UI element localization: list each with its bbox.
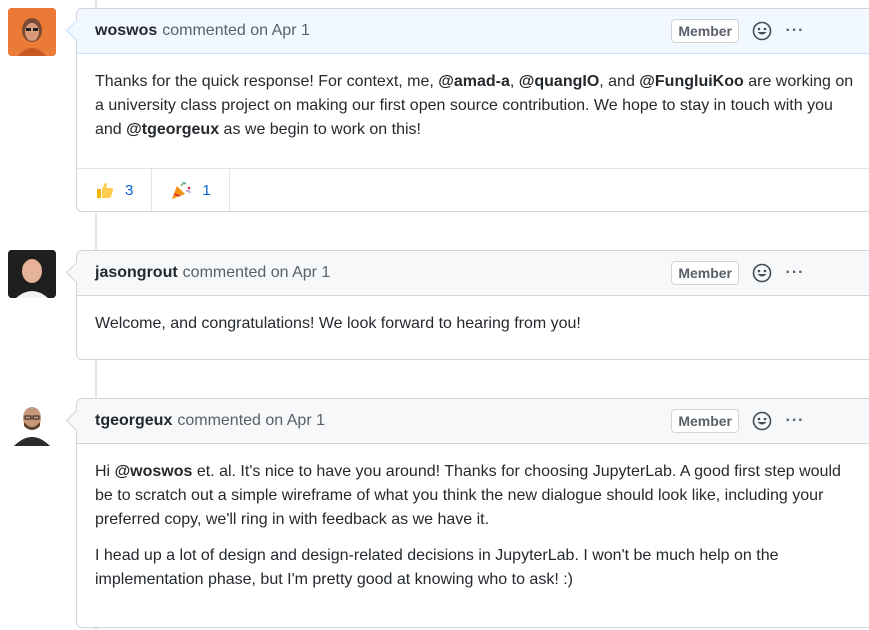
comment-meta[interactable]: commented on Apr 1 <box>177 412 325 430</box>
avatar-tgeorgeux-image <box>8 398 56 446</box>
reactions-bar: 3 1 <box>77 168 869 211</box>
avatar[interactable] <box>8 8 56 56</box>
more-options-button[interactable]: ··· <box>783 264 807 282</box>
thumbs-up-icon <box>95 180 115 200</box>
comment-paragraph: I head up a lot of design and design-rel… <box>95 547 779 588</box>
comment-arrow <box>65 261 88 284</box>
reaction-thumbs-up[interactable]: 3 <box>77 169 153 211</box>
comment-header: jasongrout commented on Apr 1 Member ··· <box>65 251 869 296</box>
comment-author[interactable]: tgeorgeux <box>95 412 172 430</box>
mention-link[interactable]: @tgeorgeux <box>126 121 219 138</box>
smiley-icon <box>752 411 772 431</box>
member-badge: Member <box>671 261 739 285</box>
comment-body: Hi @woswos et. al. It's nice to have you… <box>77 444 869 608</box>
comment-meta[interactable]: commented on Apr 1 <box>162 22 310 40</box>
mention-link[interactable]: @quangIO <box>519 73 599 90</box>
smiley-icon <box>752 21 772 41</box>
comment-header: tgeorgeux commented on Apr 1 Member ··· <box>65 399 869 444</box>
comment-body: Welcome, and congratulations! We look fo… <box>77 296 869 352</box>
comment-arrow <box>65 409 88 432</box>
add-reaction-button[interactable] <box>751 410 773 432</box>
member-badge: Member <box>671 19 739 43</box>
comment-paragraph: Welcome, and congratulations! We look fo… <box>95 315 581 332</box>
comment-body: Thanks for the quick response! For conte… <box>77 54 869 158</box>
comment-author[interactable]: woswos <box>95 22 157 40</box>
mention-link[interactable]: @FungluiKoo <box>639 73 743 90</box>
mention-link[interactable]: @woswos <box>115 463 193 480</box>
smiley-icon <box>752 263 772 283</box>
comment-header: woswos commented on Apr 1 Member ··· <box>65 9 869 54</box>
comment-paragraph: Hi @woswos et. al. It's nice to have you… <box>95 463 841 528</box>
comment-box: tgeorgeux commented on Apr 1 Member ··· … <box>65 398 869 628</box>
avatar-jasongrout-image <box>8 250 56 298</box>
reaction-count: 1 <box>202 181 211 199</box>
comment-author[interactable]: jasongrout <box>95 264 178 282</box>
add-reaction-button[interactable] <box>751 262 773 284</box>
more-options-button[interactable]: ··· <box>783 412 807 430</box>
mention-link[interactable]: @amad-a <box>438 73 510 90</box>
reaction-count: 3 <box>125 181 134 199</box>
comment-box: woswos commented on Apr 1 Member ··· Tha… <box>65 8 869 212</box>
avatar[interactable] <box>8 250 56 298</box>
member-badge: Member <box>671 409 739 433</box>
avatar[interactable] <box>8 398 56 446</box>
avatar-woswos-image <box>8 8 56 56</box>
more-options-button[interactable]: ··· <box>783 22 807 40</box>
reaction-party[interactable]: 1 <box>152 169 230 211</box>
add-reaction-button[interactable] <box>751 20 773 42</box>
party-popper-icon <box>170 180 192 200</box>
comment-arrow <box>65 19 88 42</box>
comment-box: jasongrout commented on Apr 1 Member ···… <box>65 250 869 360</box>
comment-meta[interactable]: commented on Apr 1 <box>183 264 331 282</box>
comment-paragraph: Thanks for the quick response! For conte… <box>95 73 854 138</box>
